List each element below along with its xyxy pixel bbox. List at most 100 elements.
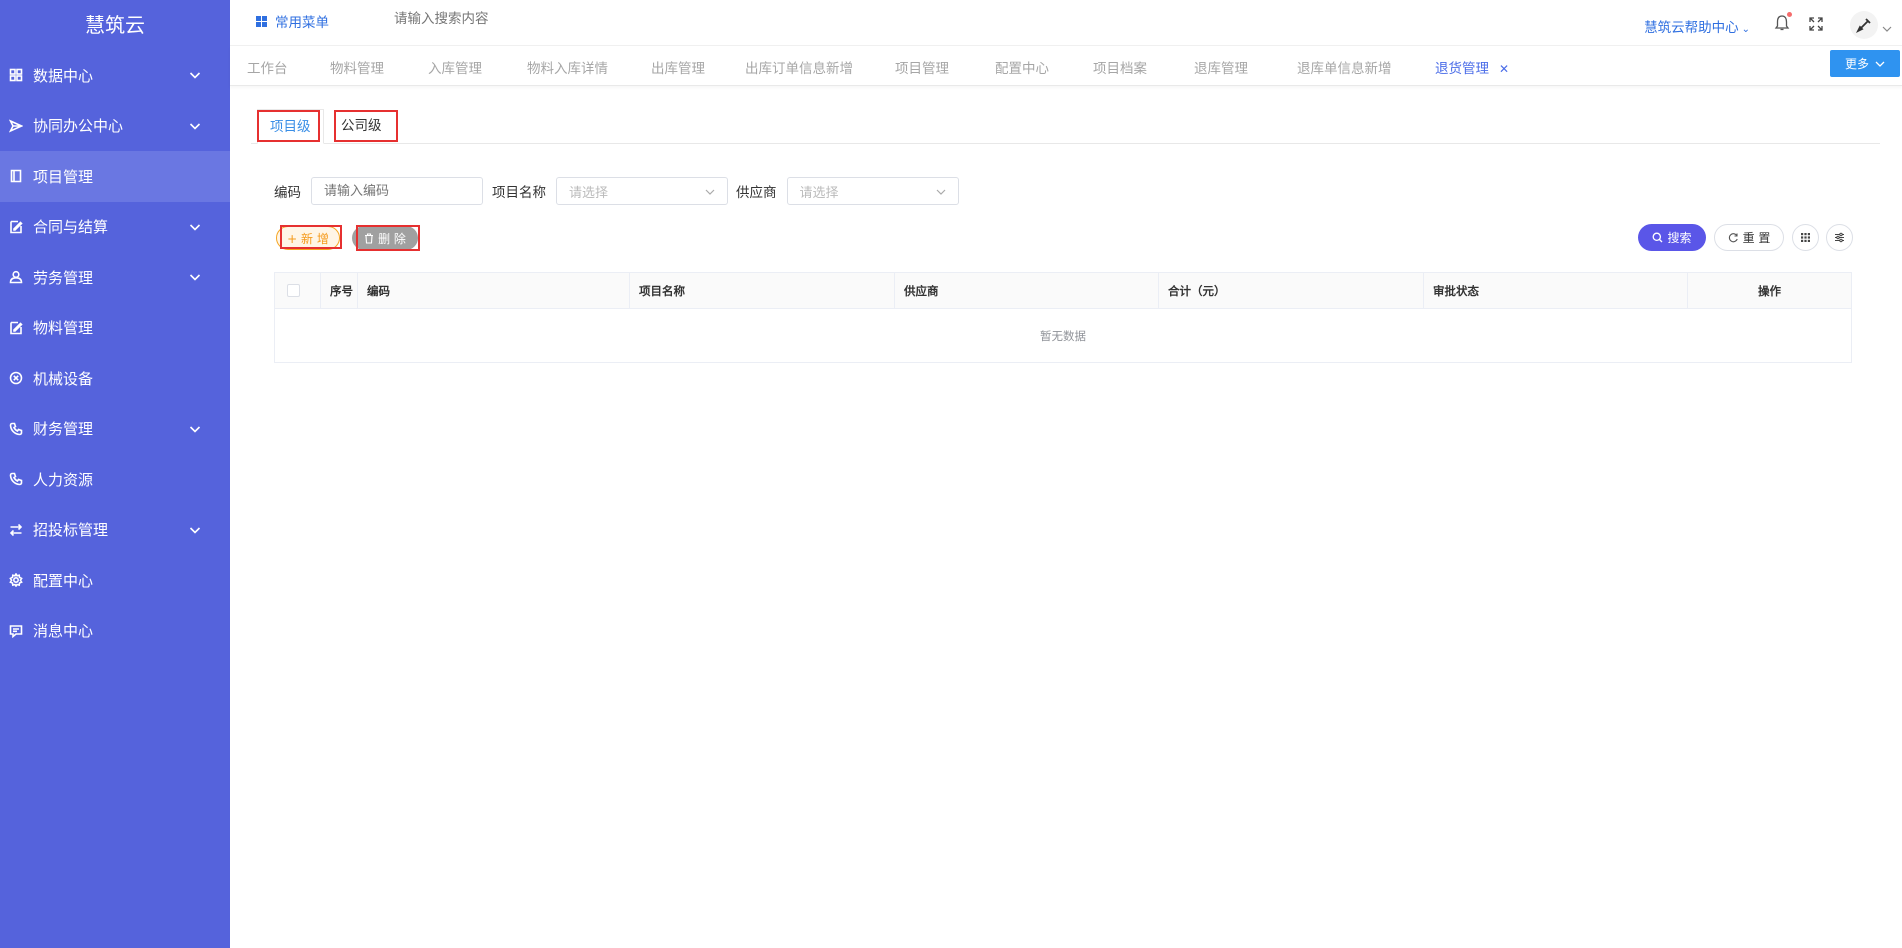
gear-icon [9,573,23,588]
sidebar-item-label: 协同办公中心 [33,117,124,136]
tab-3[interactable]: 入库管理 [428,57,482,77]
reset-label: 重 置 [1742,231,1771,245]
column-settings-button[interactable] [1792,224,1819,251]
sidebar-item-label: 劳务管理 [33,268,94,287]
tab-6[interactable]: 出库订单信息新增 [745,57,853,77]
code-input[interactable] [311,177,483,205]
column-header-approval-status: 审批状态 [1424,273,1688,309]
grid-icon [9,68,23,82]
sidebar-item-label: 招投标管理 [33,521,109,540]
add-button[interactable]: + 新 增 [276,226,340,250]
column-header-actions: 操作 [1758,284,1781,298]
tab-label: 工作台 [247,61,288,77]
column-header-index: 序号 [321,273,358,309]
tab-11[interactable]: 退库单信息新增 [1297,57,1392,77]
search-label: 搜索 [1667,231,1692,245]
sidebar-item-2[interactable]: 协同办公中心 [0,101,230,152]
app-logo: 慧筑云 [85,13,145,37]
sidebar-item-8[interactable]: 财务管理 [0,404,230,455]
tab-label: 入库管理 [428,61,482,77]
search-button[interactable]: 搜索 [1638,224,1706,251]
tab-label: 物料入库详情 [527,61,608,77]
tab-12[interactable]: 退货管理 ✕ [1435,57,1509,77]
chevron-down-icon [936,189,945,195]
help-center-link[interactable]: 慧筑云帮助中心 ⌄ [1644,16,1750,36]
quick-menu-label: 常用菜单 [275,15,329,31]
phone-icon [9,422,23,436]
chevron-down-icon [188,270,202,284]
column-header-project-name: 项目名称 [630,273,895,309]
select-all-checkbox[interactable] [287,284,300,297]
filter-settings-button[interactable] [1826,224,1853,251]
phone-icon [9,472,23,486]
filter-project: 项目名称 请选择 [492,177,728,205]
chevron-down-icon [188,523,202,537]
sidebar-item-12[interactable]: 消息中心 [0,606,230,657]
returns-table: 序号 编码 项目名称 供应商 合计（元） 审批状态 操作 暂无数据 [274,272,1852,363]
chevron-down-icon: ⌄ [1741,24,1750,35]
project-name-select[interactable]: 请选择 [556,177,728,205]
sidebar-item-label: 数据中心 [33,66,94,85]
column-header-code: 编码 [358,273,630,309]
sidebar-item-label: 配置中心 [33,571,94,590]
notification-bell-icon[interactable] [1774,12,1792,32]
sidebar-item-7[interactable]: 机械设备 [0,353,230,404]
tab-label: 出库管理 [651,61,705,77]
tab-8[interactable]: 配置中心 [995,57,1049,77]
tab-label: 项目管理 [895,61,949,77]
trash-icon [365,232,374,244]
user-avatar[interactable] [1850,11,1878,39]
close-icon[interactable]: ✕ [1499,62,1509,76]
chevron-down-icon [1875,61,1885,67]
grid-icon [1801,233,1810,242]
sidebar-item-4[interactable]: 合同与结算 [0,202,230,253]
more-tabs-button[interactable]: 更多 [1830,50,1900,77]
reset-button[interactable]: 重 置 [1714,224,1784,251]
refresh-icon [1728,233,1738,243]
tab-label: 项目档案 [1093,61,1147,77]
tab-5[interactable]: 出库管理 [651,57,705,77]
search-icon [1653,232,1663,243]
tab-10[interactable]: 退库管理 [1194,57,1248,77]
tab-4[interactable]: 物料入库详情 [527,57,608,77]
sidebar-item-label: 合同与结算 [33,218,109,237]
fullscreen-icon[interactable] [1808,16,1824,32]
filter-supplier: 供应商 请选择 [736,177,959,205]
tab-label: 退库管理 [1194,61,1248,77]
quick-menu-button[interactable]: 常用菜单 [256,11,329,31]
tab-1[interactable]: 工作台 [247,57,288,77]
tab-company-level[interactable]: 公司级 [329,109,394,144]
project-name-label: 项目名称 [492,185,546,201]
sidebar-item-1[interactable]: 数据中心 [0,50,230,101]
tab-label: 出库订单信息新增 [745,61,853,77]
sidebar-item-6[interactable]: 物料管理 [0,303,230,354]
table-header: 序号 编码 项目名称 供应商 合计（元） 审批状态 操作 [275,273,1851,309]
sidebar-item-label: 财务管理 [33,420,94,439]
code-label: 编码 [274,185,301,201]
supplier-placeholder: 请选择 [799,185,839,201]
delete-button[interactable]: 删 除 [352,226,418,250]
chevron-down-icon [188,119,202,133]
tab-project-level[interactable]: 项目级 [257,109,324,144]
global-search-input[interactable] [394,11,594,27]
sidebar-item-5[interactable]: 劳务管理 [0,252,230,303]
tab-label: 物料管理 [330,61,384,77]
help-center-label: 慧筑云帮助中心 [1644,20,1739,36]
tab-7[interactable]: 项目管理 [895,57,949,77]
supplier-select[interactable]: 请选择 [786,177,959,205]
sidebar-item-11[interactable]: 配置中心 [0,555,230,606]
tab-9[interactable]: 项目档案 [1093,57,1147,77]
sidebar-item-label: 项目管理 [33,167,94,186]
sidebar-item-3[interactable]: 项目管理 [0,151,230,202]
user-menu-chevron-icon[interactable] [1882,19,1892,32]
sidebar-item-9[interactable]: 人力资源 [0,454,230,505]
sidebar-item-10[interactable]: 招投标管理 [0,505,230,556]
tab-2[interactable]: 物料管理 [330,57,384,77]
level-tabs: 项目级 公司级 [251,109,1880,144]
sidebar-item-label: 机械设备 [33,369,94,388]
circle-x-icon [9,371,23,385]
chevron-down-icon [188,68,202,82]
sidebar-item-label: 消息中心 [33,622,94,641]
supplier-label: 供应商 [736,185,777,201]
message-icon [9,624,23,638]
